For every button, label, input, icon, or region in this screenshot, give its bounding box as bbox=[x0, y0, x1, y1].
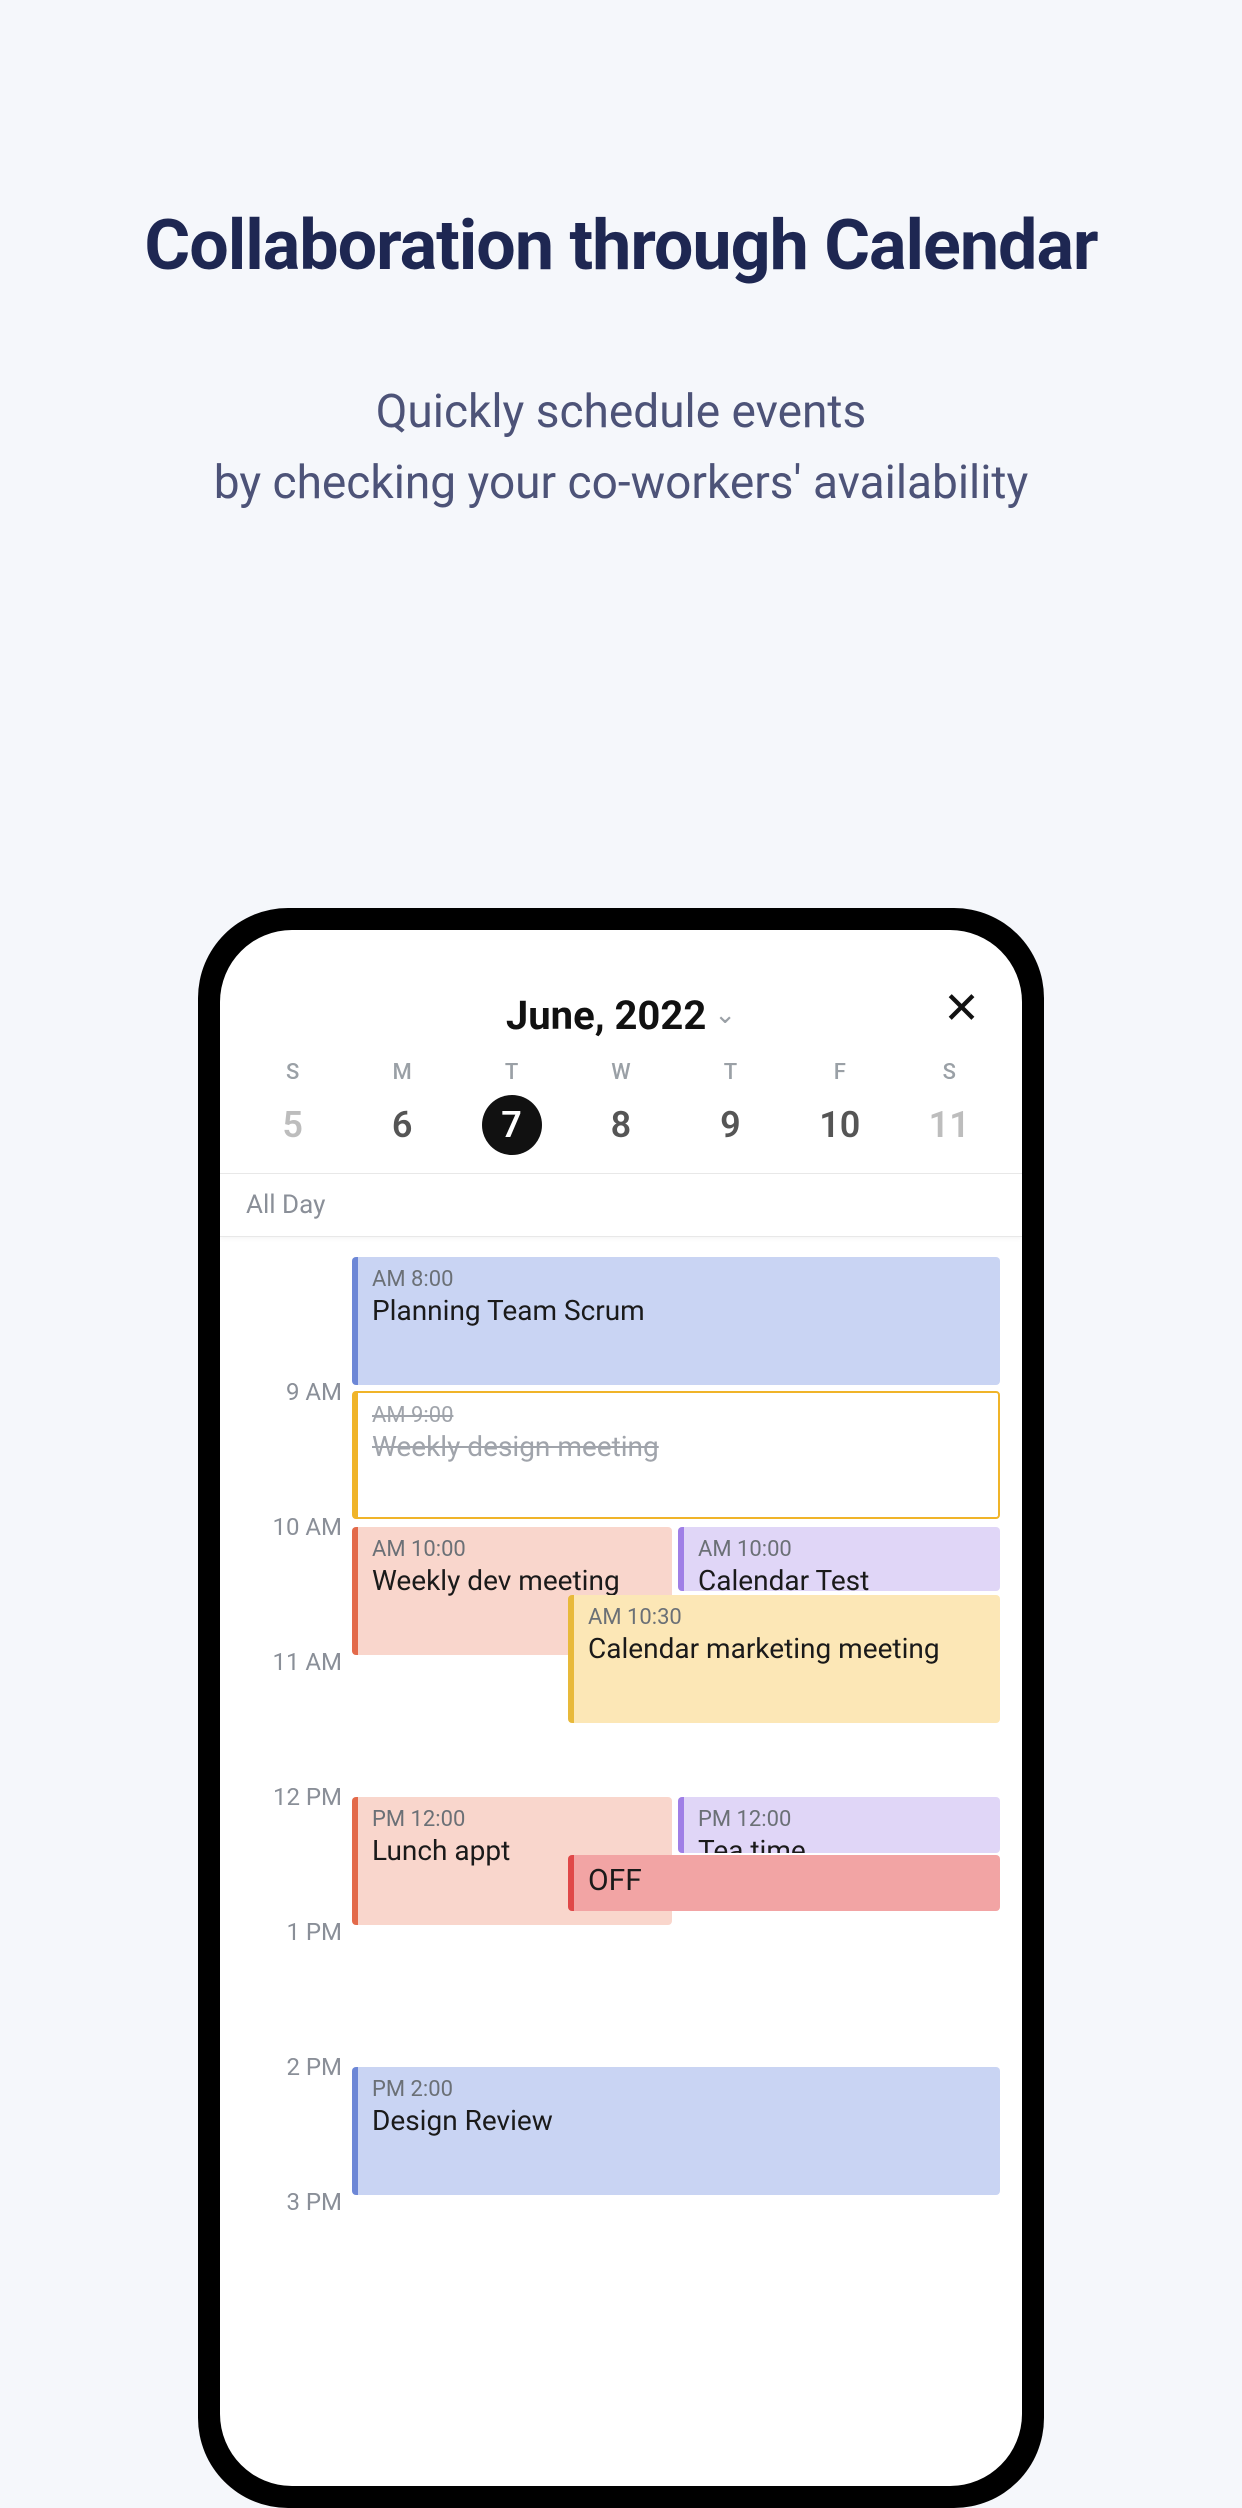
event-time: PM 12:00 bbox=[372, 1807, 658, 1832]
event-calendar-test[interactable]: AM 10:00 Calendar Test bbox=[678, 1527, 1000, 1591]
event-time: AM 8:00 bbox=[372, 1267, 986, 1292]
promo-headline: Collaboration through Calendar bbox=[0, 205, 1242, 287]
hour-12pm: 12 PM bbox=[252, 1783, 342, 1811]
event-title: Weekly dev meeting bbox=[372, 1564, 658, 1597]
all-day-label: All Day bbox=[246, 1190, 325, 1220]
day-fri[interactable]: F 10 bbox=[785, 1060, 894, 1155]
event-tea-time[interactable]: PM 12:00 Tea time bbox=[678, 1797, 1000, 1853]
day-sun[interactable]: S 5 bbox=[238, 1060, 347, 1155]
promo-subhead: Quickly schedule events by checking your… bbox=[0, 377, 1242, 520]
event-time: PM 12:00 bbox=[698, 1807, 986, 1832]
event-time: AM 10:30 bbox=[588, 1605, 986, 1630]
event-planning-scrum[interactable]: AM 8:00 Planning Team Scrum bbox=[352, 1257, 1000, 1385]
subhead-line1: Quickly schedule events bbox=[376, 385, 866, 439]
calendar-header: June, 2022 ⌄ ✕ bbox=[220, 930, 1022, 1048]
day-number: 8 bbox=[591, 1095, 651, 1155]
subhead-line2: by checking your co-workers' availabilit… bbox=[214, 456, 1029, 510]
week-row: S 5 M 6 T 7 W 8 T 9 F 10 bbox=[220, 1060, 1022, 1174]
phone-frame: June, 2022 ⌄ ✕ S 5 M 6 T 7 W 8 T 9 bbox=[198, 908, 1044, 2508]
hour-11am: 11 AM bbox=[252, 1648, 342, 1676]
day-wed[interactable]: W 8 bbox=[566, 1060, 675, 1155]
event-title: Tea time bbox=[698, 1834, 986, 1853]
event-time: AM 9:00 bbox=[372, 1403, 984, 1428]
event-title: Calendar Test bbox=[698, 1564, 986, 1591]
event-title: Design Review bbox=[372, 2104, 986, 2137]
event-title: Planning Team Scrum bbox=[372, 1294, 986, 1327]
phone-screen: June, 2022 ⌄ ✕ S 5 M 6 T 7 W 8 T 9 bbox=[220, 930, 1022, 2486]
dow-label: S bbox=[943, 1060, 956, 1085]
timeline[interactable]: 9 AM 10 AM 11 AM 12 PM 1 PM 2 PM 3 PM AM… bbox=[220, 1257, 1022, 2457]
day-number: 5 bbox=[263, 1095, 323, 1155]
event-calendar-marketing[interactable]: AM 10:30 Calendar marketing meeting bbox=[568, 1595, 1000, 1723]
event-time: AM 10:00 bbox=[698, 1537, 986, 1562]
month-title[interactable]: June, 2022 bbox=[506, 992, 706, 1039]
event-weekly-design-cancelled[interactable]: AM 9:00 Weekly design meeting bbox=[352, 1391, 1000, 1519]
day-number-selected: 7 bbox=[482, 1095, 542, 1155]
event-title: Weekly design meeting bbox=[372, 1430, 984, 1463]
event-title: Calendar marketing meeting bbox=[588, 1632, 986, 1665]
day-number: 9 bbox=[700, 1095, 760, 1155]
dow-label: W bbox=[611, 1060, 630, 1085]
all-day-row: All Day bbox=[220, 1174, 1022, 1237]
dow-label: S bbox=[286, 1060, 299, 1085]
chevron-down-icon[interactable]: ⌄ bbox=[714, 1000, 736, 1030]
day-number: 6 bbox=[372, 1095, 432, 1155]
hour-9am: 9 AM bbox=[252, 1378, 342, 1406]
day-thu[interactable]: T 9 bbox=[676, 1060, 785, 1155]
event-time: PM 2:00 bbox=[372, 2077, 986, 2102]
dow-label: T bbox=[505, 1060, 518, 1085]
hour-2pm: 2 PM bbox=[252, 2053, 342, 2081]
day-sat[interactable]: S 11 bbox=[895, 1060, 1004, 1155]
day-number: 11 bbox=[919, 1095, 979, 1155]
dow-label: M bbox=[393, 1060, 412, 1085]
event-off[interactable]: OFF bbox=[568, 1855, 1000, 1911]
day-tue[interactable]: T 7 bbox=[457, 1060, 566, 1155]
hour-1pm: 1 PM bbox=[252, 1918, 342, 1946]
day-number: 10 bbox=[810, 1095, 870, 1155]
event-time: AM 10:00 bbox=[372, 1537, 658, 1562]
hour-10am: 10 AM bbox=[252, 1513, 342, 1541]
hour-3pm: 3 PM bbox=[252, 2188, 342, 2216]
day-mon[interactable]: M 6 bbox=[347, 1060, 456, 1155]
dow-label: T bbox=[724, 1060, 737, 1085]
event-title: OFF bbox=[588, 1863, 986, 1898]
dow-label: F bbox=[834, 1060, 846, 1085]
event-design-review[interactable]: PM 2:00 Design Review bbox=[352, 2067, 1000, 2195]
close-icon[interactable]: ✕ bbox=[943, 986, 980, 1030]
